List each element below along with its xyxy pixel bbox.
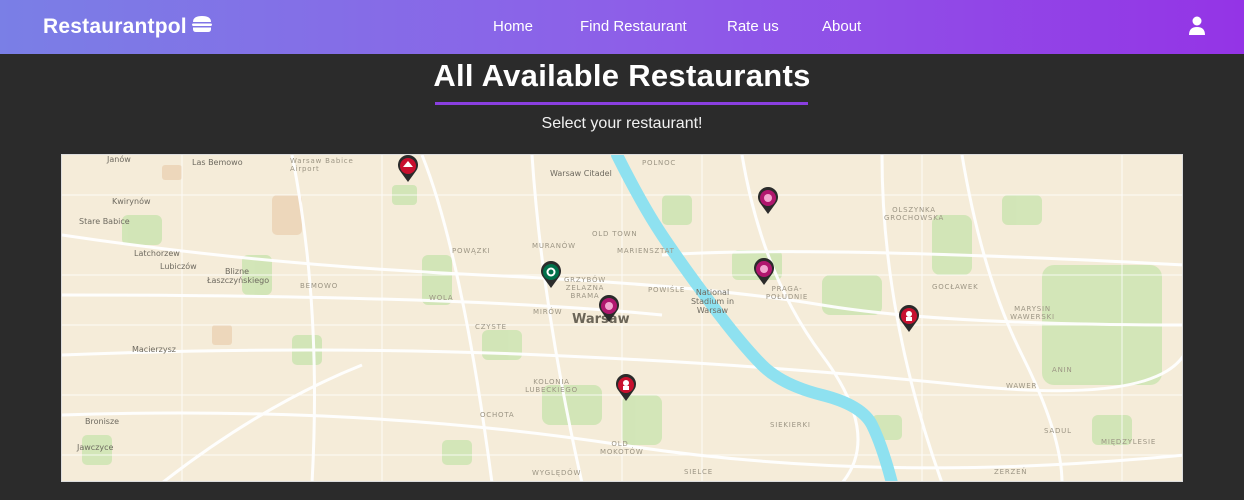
map-label: WOLA <box>429 294 454 302</box>
map-label: Blizne Łaszczyńskiego <box>207 267 270 285</box>
map-label: POWĄZKI <box>452 247 491 255</box>
map-label: KOLONIA LUBECKIEGO <box>525 378 578 394</box>
map-label: SIELCE <box>684 468 713 476</box>
map-label: Stare Babice <box>79 217 130 226</box>
navbar: Restaurantpol Home Find Restaurant Rate … <box>0 0 1244 54</box>
map-label: OLD MOKOTÓW <box>600 440 644 456</box>
map-label: Kwirynów <box>112 197 151 206</box>
nav-links: Home Find Restaurant Rate us About <box>0 0 1244 54</box>
nav-home[interactable]: Home <box>493 18 533 35</box>
marker-burger-place[interactable] <box>757 187 779 215</box>
map-label: MIRÓW <box>533 308 563 316</box>
map-label: OCHOTA <box>480 411 515 419</box>
map-label: OLD TOWN <box>592 230 638 238</box>
restaurant-map[interactable]: Janów Las Bemowo Warsaw Babice Airport W… <box>61 154 1183 482</box>
map-label: WYGLĘDÓW <box>532 469 582 477</box>
title-underline <box>435 102 808 105</box>
map-label: OLSZYNKA GROCHOWSKA <box>884 206 945 222</box>
map-label: BEMOWO <box>300 282 339 290</box>
nav-find-restaurant[interactable]: Find Restaurant <box>580 18 687 35</box>
map-label: SADUL <box>1044 427 1072 435</box>
map-label: MIĘDZYLESIE <box>1101 438 1157 446</box>
map-label: National Stadium in Warsaw <box>690 288 735 315</box>
map-label: Macierzysz <box>132 345 176 354</box>
marker-pink-restaurant[interactable] <box>753 258 775 286</box>
map-label: CZYSTE <box>475 323 507 331</box>
map-label: Jawczyce <box>77 443 114 452</box>
map-label: Las Bemowo <box>192 158 243 167</box>
marker-pizza-hut[interactable] <box>397 155 419 183</box>
marker-dessert-place[interactable] <box>598 295 620 323</box>
map-label: Bronisze <box>85 417 120 426</box>
marker-kfc[interactable] <box>615 374 637 402</box>
map-label: WAWER <box>1006 382 1038 390</box>
map-label: POLNOC <box>642 159 677 167</box>
map-label: Warsaw Citadel <box>550 169 612 178</box>
page-title: All Available Restaurants <box>433 58 811 93</box>
map-label: PRAGA-POŁUDNIE <box>765 285 809 301</box>
map-label: Lubiczów <box>160 262 197 271</box>
map-label: ANIN <box>1052 366 1073 374</box>
nav-rate-us[interactable]: Rate us <box>727 18 779 35</box>
map-label: GOCŁAWEK <box>932 283 979 291</box>
map-label: Warsaw Babice Airport <box>290 157 354 173</box>
map-label: Janów <box>107 155 131 164</box>
nav-about[interactable]: About <box>822 18 861 35</box>
map-label: SIEKIERKI <box>770 421 811 429</box>
marker-kfc[interactable] <box>898 305 920 333</box>
map-label: MARYSIN WAWERSKI <box>1010 305 1055 321</box>
map-label: ZERZEŃ <box>994 468 1028 476</box>
user-icon[interactable] <box>1188 16 1206 36</box>
marker-starbucks[interactable] <box>540 261 562 289</box>
page-subtitle: Select your restaurant! <box>541 115 703 132</box>
map-label: MURANÓW <box>532 242 576 250</box>
map-label: MARIENSZTAT <box>617 247 675 255</box>
map-label: Latchorzew <box>134 249 180 258</box>
